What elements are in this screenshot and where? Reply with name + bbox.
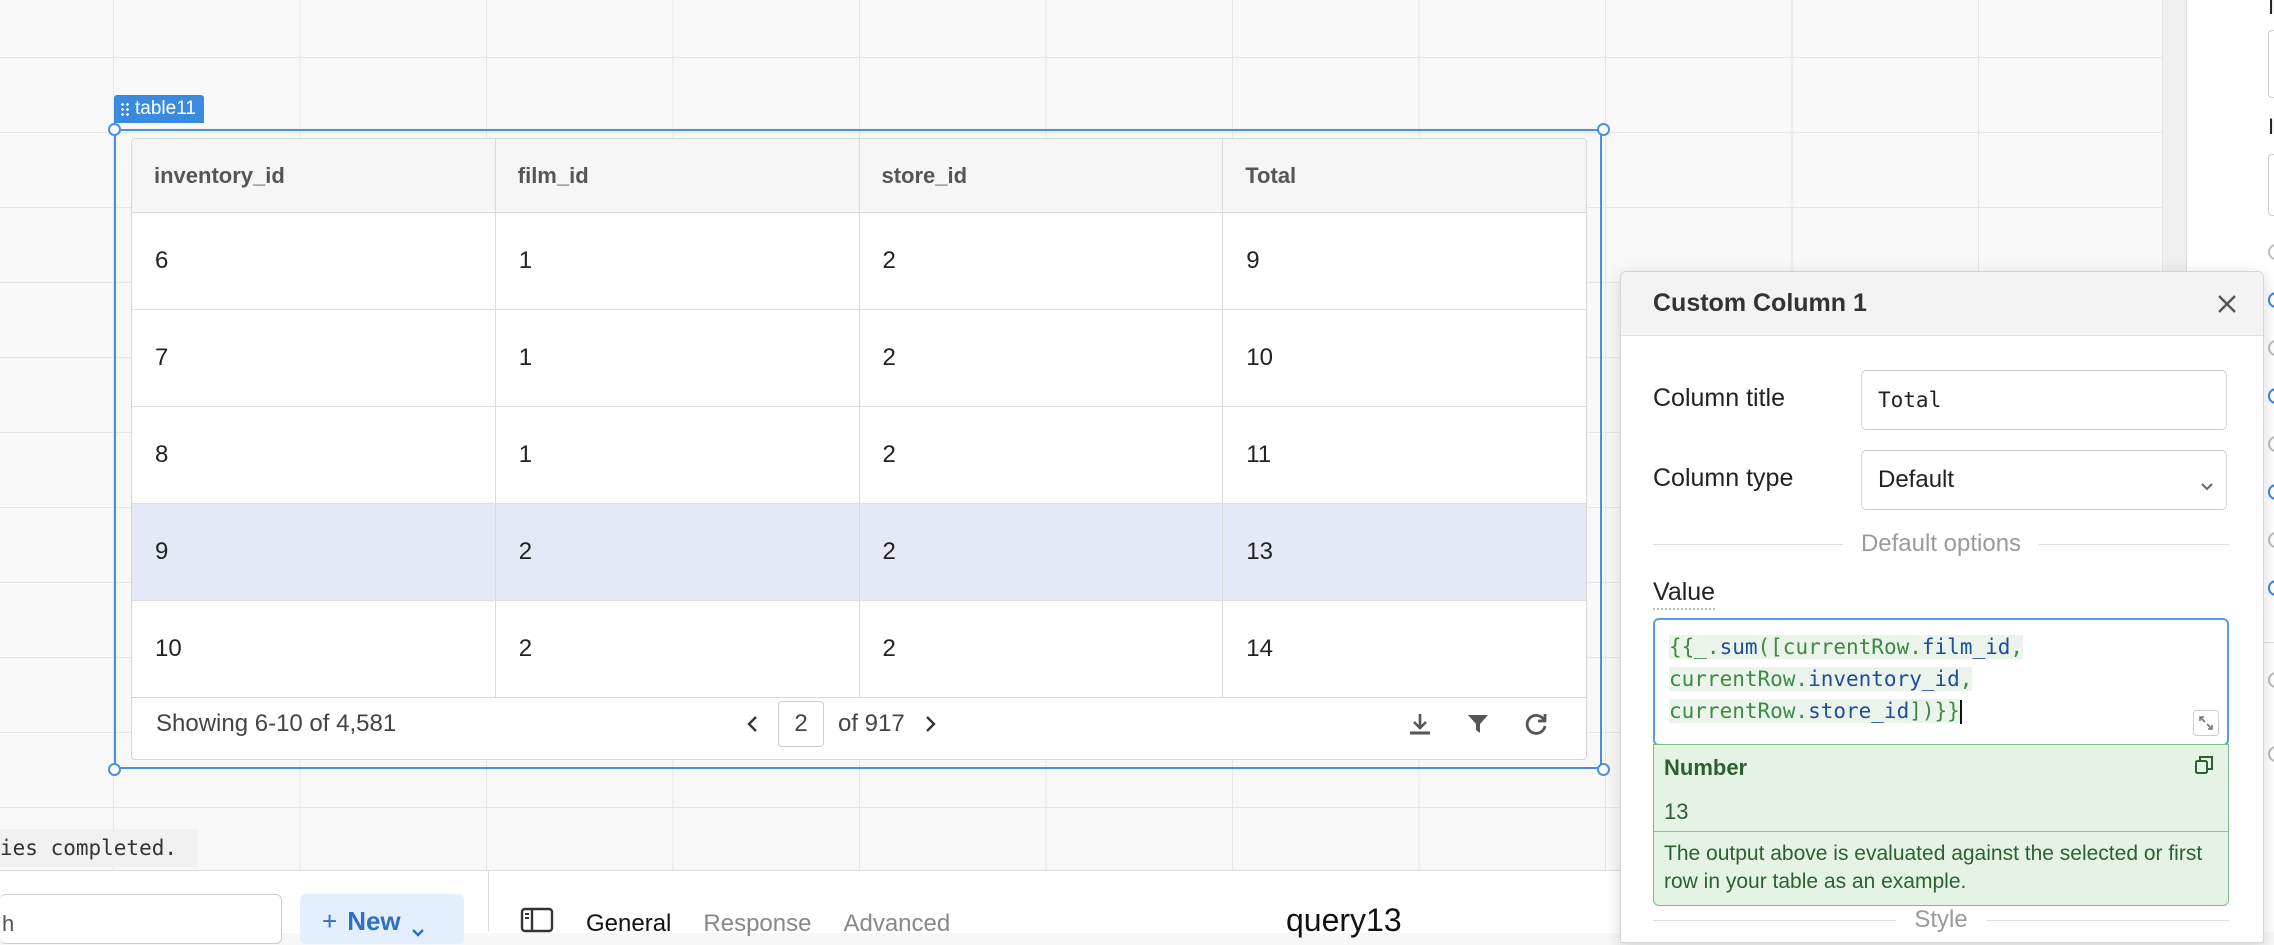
tab-advanced[interactable]: Advanced	[843, 910, 950, 938]
table-row[interactable]: 8 1 2 11	[132, 407, 1586, 504]
prev-page-icon[interactable]	[742, 713, 764, 735]
page-number-input[interactable]: 2	[778, 700, 824, 747]
evaluation-result: Number 13 The output above is evaluated …	[1653, 744, 2229, 906]
column-header[interactable]: film_id	[496, 139, 860, 212]
refresh-icon[interactable]	[1522, 710, 1550, 738]
table-cell[interactable]: 2	[860, 504, 1224, 600]
resize-handle[interactable]	[1597, 123, 1610, 136]
plus-icon: +	[322, 906, 338, 936]
table-row[interactable]: 6 1 2 9	[132, 213, 1586, 310]
query-tabs: General Response Advanced	[520, 906, 950, 941]
console-status: ies completed.	[0, 829, 198, 867]
inspector-field[interactable]	[2268, 154, 2274, 216]
chevron-down-icon	[2200, 471, 2214, 499]
table-cell[interactable]: 11	[1223, 407, 1586, 503]
tab-general[interactable]: General	[586, 910, 671, 938]
table-cell[interactable]: 10	[1223, 310, 1586, 406]
query-title[interactable]: query13	[1286, 902, 1402, 939]
section-default-label: Default options	[1860, 530, 2022, 557]
new-query-button[interactable]: + New	[300, 894, 464, 944]
column-header[interactable]: inventory_id	[132, 139, 496, 212]
table-cell[interactable]: 6	[132, 213, 496, 309]
resize-handle[interactable]	[108, 123, 121, 136]
table-cell[interactable]: 13	[1223, 504, 1586, 600]
sidebar-toggle-icon[interactable]	[520, 906, 554, 941]
popover-title: Custom Column 1	[1653, 289, 1867, 317]
table-cell[interactable]: 9	[132, 504, 496, 600]
table-row[interactable]: 7 1 2 10	[132, 310, 1586, 407]
copy-icon[interactable]	[2194, 755, 2214, 780]
resize-handle[interactable]	[108, 763, 121, 776]
component-name: table11	[135, 98, 196, 119]
table-cell[interactable]: 7	[132, 310, 496, 406]
table-cell[interactable]: 1	[496, 310, 860, 406]
column-header[interactable]: store_id	[860, 139, 1224, 212]
page-total: of 917	[838, 709, 905, 737]
new-button-label: New	[347, 906, 401, 936]
inspector-letter: I	[2268, 114, 2274, 139]
table-cell[interactable]: 2	[860, 601, 1224, 697]
column-title-label: Column title	[1653, 384, 1785, 412]
next-page-icon[interactable]	[919, 713, 941, 735]
table-cell[interactable]: 9	[1223, 213, 1586, 309]
column-type-select[interactable]: Default	[1861, 450, 2227, 510]
result-type: Number	[1664, 755, 1748, 780]
result-value: 13	[1664, 799, 1689, 824]
component-tag[interactable]: table11	[114, 95, 204, 123]
table-cell[interactable]: 10	[132, 601, 496, 697]
column-type-value: Default	[1878, 466, 1955, 493]
value-label: Value	[1653, 578, 1716, 610]
table-toolbar	[1406, 710, 1550, 738]
data-table: inventory_id film_id store_id Total 6 1 …	[131, 138, 1587, 760]
panel-divider	[488, 870, 489, 932]
row-count-text: Showing 6-10 of 4,581	[156, 709, 397, 737]
query-search-input[interactable]: h	[0, 894, 282, 944]
table-cell[interactable]: 2	[860, 213, 1224, 309]
column-type-label: Column type	[1653, 464, 1794, 492]
tab-response[interactable]: Response	[703, 910, 811, 938]
inspector-letter: I	[2268, 0, 2274, 19]
resize-handle[interactable]	[1597, 763, 1610, 776]
section-divider: Style	[1653, 906, 2230, 934]
result-note: The output above is evaluated against th…	[1654, 831, 2228, 904]
table-cell[interactable]: 1	[496, 213, 860, 309]
column-title-value: Total	[1878, 388, 1942, 412]
download-icon[interactable]	[1406, 710, 1434, 738]
table-footer: Showing 6-10 of 4,581 2 of 917	[132, 688, 1586, 759]
inspector-field[interactable]	[2268, 30, 2274, 98]
pagination: 2 of 917	[742, 700, 941, 747]
table-cell[interactable]: 14	[1223, 601, 1586, 697]
chevron-down-icon	[411, 906, 425, 945]
expand-editor-icon[interactable]	[2193, 710, 2219, 736]
close-icon[interactable]	[2213, 290, 2241, 318]
table-cell[interactable]: 2	[496, 601, 860, 697]
section-style-label: Style	[1914, 906, 1968, 933]
table-header: inventory_id film_id store_id Total	[132, 139, 1586, 213]
table-cell[interactable]: 2	[496, 504, 860, 600]
table-cell[interactable]: 1	[496, 407, 860, 503]
custom-column-popover: Custom Column 1 Column title Total Colum…	[1620, 271, 2264, 943]
table-row-selected[interactable]: 9 2 2 13	[132, 504, 1586, 601]
value-code-editor[interactable]: {{_.sum([currentRow.film_id, currentRow.…	[1653, 618, 2229, 746]
table-cell[interactable]: 8	[132, 407, 496, 503]
section-divider: Default options	[1653, 530, 2230, 558]
column-title-input[interactable]: Total	[1861, 370, 2227, 430]
column-header[interactable]: Total	[1223, 139, 1586, 212]
popover-header: Custom Column 1	[1621, 272, 2263, 336]
drag-grip-icon[interactable]	[120, 102, 130, 116]
table-cell[interactable]: 2	[860, 310, 1224, 406]
filter-icon[interactable]	[1464, 710, 1492, 738]
table-cell[interactable]: 2	[860, 407, 1224, 503]
table-row[interactable]: 10 2 2 14	[132, 601, 1586, 698]
